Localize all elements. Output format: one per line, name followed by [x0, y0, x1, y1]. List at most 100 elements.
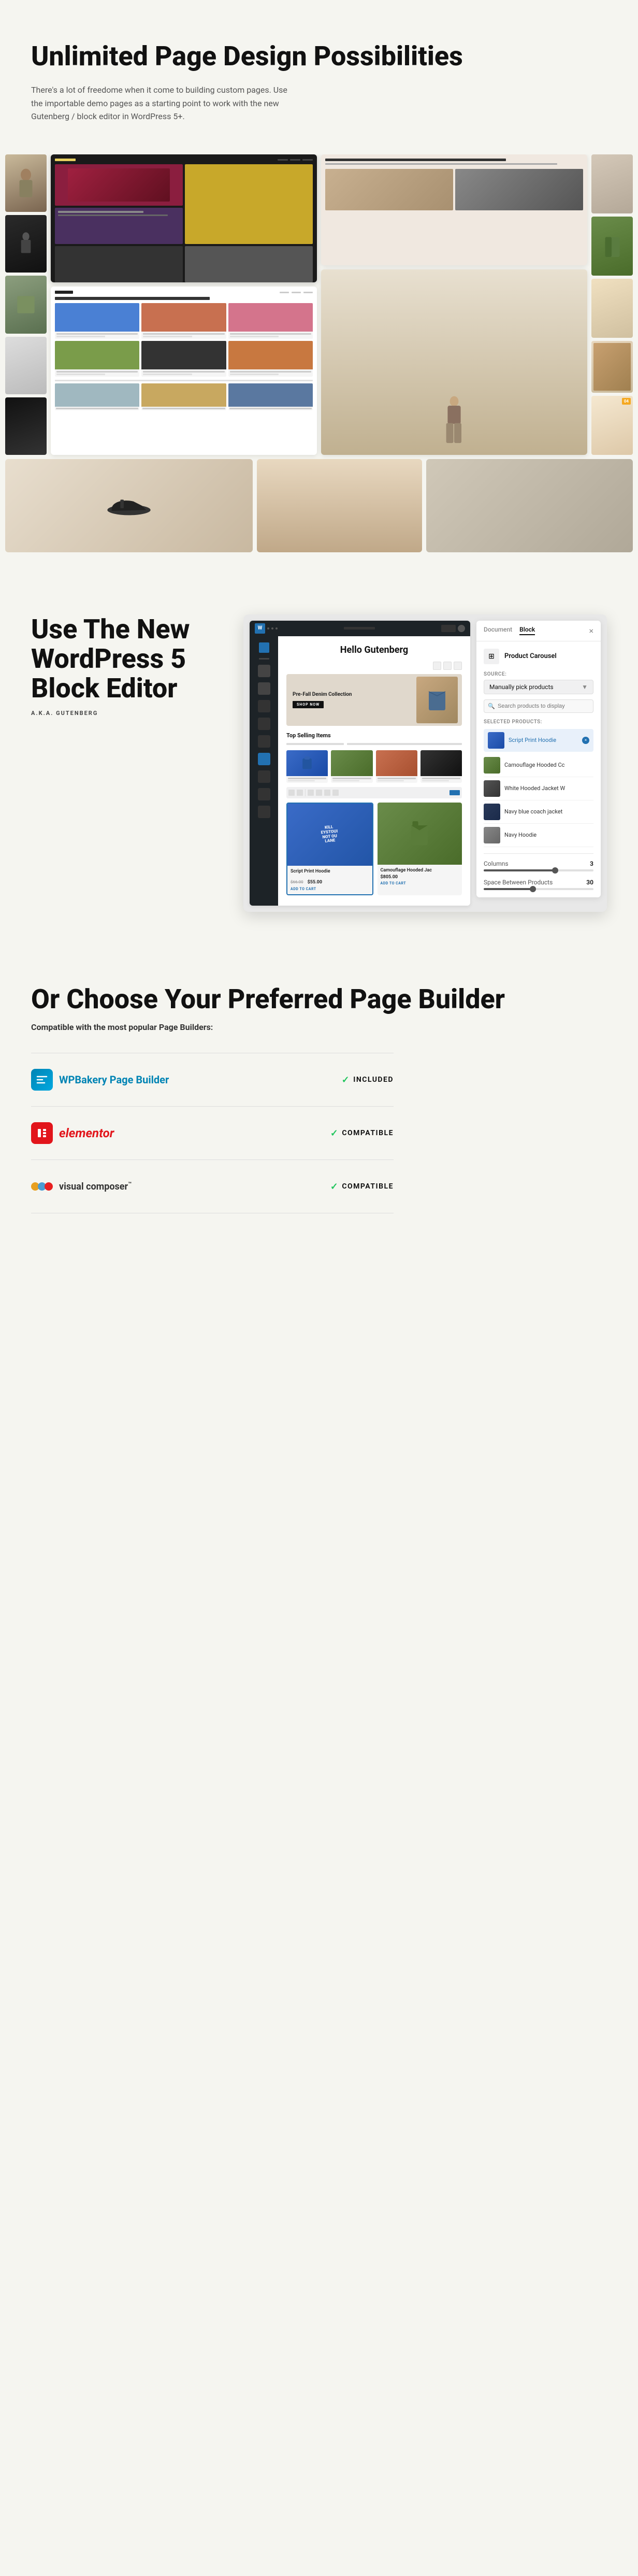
large-photo-strip: [0, 459, 638, 552]
block-panel-tabs: Document Block: [484, 626, 535, 635]
select-arrow-icon: ▼: [582, 683, 588, 691]
strip-right-3: [591, 279, 633, 338]
elementor-name: elementor: [59, 1126, 114, 1140]
wpbakery-icon: [31, 1069, 53, 1091]
panel-close-button[interactable]: ×: [589, 626, 593, 636]
panel-divider: [484, 853, 593, 854]
source-value: Manually pick products: [489, 683, 554, 691]
gallery-strip-left: [5, 154, 47, 455]
strip-item-1: [5, 154, 47, 212]
section1-description: There's a lot of freedome when it come t…: [31, 83, 290, 123]
product-list-item-1[interactable]: Script Print Hoodie ×: [484, 729, 593, 752]
add-cart-2[interactable]: ADD TO CART: [381, 881, 459, 885]
gallery-center: [51, 154, 587, 455]
fashion-icon-3: [16, 294, 36, 315]
section-page-builder: Or Choose Your Preferred Page Builder Co…: [0, 943, 638, 1255]
wp-admin-toolbar: W: [250, 621, 470, 636]
columns-value: 3: [590, 860, 593, 867]
carousel-product-1: KILLEYSTOUINOT OULANE Script Print Hoodi…: [286, 803, 373, 895]
product-search-input[interactable]: [484, 699, 593, 713]
model-silhouette: [436, 393, 472, 455]
compat-label: Compatible with the most popular Page Bu…: [31, 1022, 607, 1032]
section2-title: Use The New WordPress 5 Block Editor: [31, 614, 228, 704]
gallery-strip-right: 04: [591, 154, 633, 455]
block-panel-header: Document Block ×: [476, 621, 601, 641]
product-name-list-1: Script Print Hoodie: [509, 737, 578, 743]
wp-top-selling-section: Top Selling Items: [286, 732, 462, 895]
product-new-price-1: $55.00: [308, 880, 322, 885]
product-name-list-2: Camouflage Hooded Cc: [504, 762, 593, 768]
builder-item-elementor: elementor ✓ COMPATIBLE: [31, 1107, 394, 1160]
space-label: Space Between Products: [484, 879, 553, 886]
strip-item-2: [5, 215, 47, 273]
top-selling-title: Top Selling Items: [286, 732, 462, 739]
block-panel-body: ⊞ Product Carousel Source: Manually pick…: [476, 641, 601, 897]
shoe-silhouette: [103, 493, 155, 519]
search-icon: 🔍: [488, 703, 495, 709]
vc-icon: visual composer™: [31, 1176, 132, 1197]
wp-admin-sidebar: [250, 636, 278, 906]
item-photo: [426, 459, 633, 552]
shoe-photo: [5, 459, 253, 552]
gallery-section: 04: [0, 154, 638, 573]
section-block-editor: Use The New WordPress 5 Block Editor A.K…: [0, 573, 638, 943]
product-name-list-4: Navy blue coach jacket: [504, 808, 593, 815]
wpbakery-logo: WPBakery Page Builder: [31, 1069, 169, 1091]
wp-editor-content: Hello Gutenberg Pre-Fall Denim Collec: [278, 636, 470, 906]
builder-item-wpbakery: WPBakery Page Builder ✓ INCLUDED: [31, 1053, 394, 1107]
strip-right-1: [591, 154, 633, 213]
columns-label: Columns: [484, 860, 509, 867]
product-name-list-3: White Hooded Jacket W: [504, 785, 593, 792]
strip-right-4: [591, 341, 633, 392]
hero-btn[interactable]: SHOP NOW: [293, 701, 324, 708]
strip-right-5: 04: [591, 396, 633, 455]
wpbakery-badge: ✓ INCLUDED: [342, 1075, 394, 1085]
product-thumb-4: [484, 804, 500, 820]
screenshot-col-right: [321, 154, 587, 455]
fashion-editorial-screenshot: [321, 154, 587, 266]
document-tab[interactable]: Document: [484, 626, 512, 635]
gutenberg-label: A.K.A. GUTENBERG: [31, 710, 228, 717]
wpbakery-name: WPBakery Page Builder: [59, 1074, 169, 1086]
vc-badge: ✓ COMPATIBLE: [330, 1181, 394, 1192]
elementor-logo: elementor: [31, 1122, 114, 1144]
hero-title: Pre-Fall Denim Collection: [293, 691, 410, 698]
source-select[interactable]: Manually pick products ▼: [484, 680, 593, 694]
product-list-item-3[interactable]: White Hooded Jacket W: [484, 777, 593, 800]
block-tab[interactable]: Block: [519, 626, 535, 635]
product-name-1: Script Print Hoodie: [291, 869, 369, 874]
space-slider[interactable]: [484, 888, 593, 890]
product-old-price-1: $66.00: [291, 880, 303, 884]
space-value: 30: [586, 879, 593, 886]
product-price-2: $805.00: [381, 875, 459, 880]
elementor-badge: ✓ COMPATIBLE: [330, 1128, 394, 1139]
strip-item-5: [5, 397, 47, 455]
section3-title: Or Choose Your Preferred Page Builder: [31, 984, 607, 1014]
block-name-label: Product Carousel: [504, 652, 557, 660]
add-cart-1[interactable]: ADD TO CART: [291, 887, 369, 891]
block-icon: ⊞: [484, 649, 499, 664]
product-thumb-1: [488, 732, 504, 749]
strip-item-4: [5, 337, 47, 394]
check-icon-wpbakery: ✓: [342, 1075, 351, 1085]
fashion-full-look: [321, 269, 587, 455]
vc-name: visual composer™: [59, 1181, 132, 1192]
dark-theme-screenshot: [51, 154, 317, 282]
product-list-item-4[interactable]: Navy blue coach jacket: [484, 800, 593, 824]
wpbakery-badge-text: INCLUDED: [353, 1076, 394, 1084]
jacket-icon: [603, 233, 621, 259]
product-thumb-3: [484, 780, 500, 797]
product-remove-1[interactable]: ×: [582, 737, 589, 744]
vc-logo-icon: [31, 1176, 53, 1197]
product-list-item-5[interactable]: Navy Hoodie: [484, 824, 593, 847]
columns-slider[interactable]: [484, 869, 593, 871]
fashion-icon-2: [16, 228, 36, 260]
person-photo: [257, 459, 422, 552]
product-thumb-2: [484, 757, 500, 774]
light-catalog-screenshot: [51, 287, 317, 455]
editor-mockup-wrapper: W: [243, 614, 607, 912]
vc-logo: visual composer™: [31, 1176, 132, 1197]
strip-item-3: [5, 276, 47, 333]
product-list-item-2[interactable]: Camouflage Hooded Cc: [484, 754, 593, 777]
fashion-icon-1: [13, 165, 39, 202]
